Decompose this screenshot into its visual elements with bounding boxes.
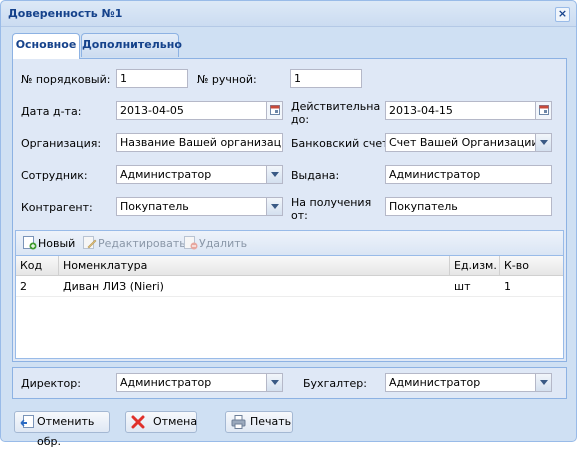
title-bar[interactable]: Доверенность №1 × [1,1,576,27]
new-button[interactable]: Новый [22,231,76,256]
receive-from-field[interactable]: Покупатель [385,197,552,216]
print-button[interactable]: Печать [225,411,293,433]
issued-value: Администратор [389,168,481,181]
employee-value: Администратор [120,168,212,181]
valid-until-field[interactable]: 2013-04-15 [385,101,552,120]
cancel-x-icon [131,415,145,429]
edit-icon [83,236,97,249]
chevron-down-icon[interactable] [535,134,551,151]
issued-field[interactable]: Администратор [385,165,552,184]
document-undo-icon [20,415,34,428]
director-value: Администратор [120,376,212,389]
accountant-value: Администратор [389,376,481,389]
cancel-processing-button[interactable]: Отменить обр. [14,411,110,448]
order-no-label: № порядковый: [21,73,111,86]
manual-no-field[interactable]: 1 [290,69,362,88]
chevron-down-icon[interactable] [266,374,282,391]
employee-label: Сотрудник: [21,169,88,182]
cell-qty: 1 [504,280,511,293]
column-header-qty[interactable]: К-во [500,256,563,276]
manual-no-value: 1 [294,72,301,85]
calendar-icon[interactable] [535,102,551,119]
printer-icon [231,415,246,429]
tab-additional-label: Дополнительно [82,38,182,51]
delete-icon [184,236,198,250]
items-grid: Новый Редактировать Удалить Код Номенкла… [15,230,564,359]
date-value: 2013-04-05 [120,104,184,117]
chevron-down-icon[interactable] [266,198,282,215]
bank-account-combo[interactable]: Счет Вашей Организации [385,133,552,152]
signers-panel: Директор: Администратор Бухгалтер: Админ… [12,367,567,399]
column-header-unit[interactable]: Ед.изм. [450,256,500,276]
edit-label: Редактировать [98,237,186,250]
valid-until-label: Действительна до: [291,100,381,126]
delete-label: Удалить [199,237,248,250]
date-field[interactable]: 2013-04-05 [116,101,283,120]
form-area: № порядковый: 1 № ручной: 1 Дата д-та: 2… [13,59,566,227]
dialog-window: Доверенность №1 × Основное Дополнительно… [0,0,577,448]
counterparty-label: Контрагент: [21,201,93,214]
order-no-field[interactable]: 1 [116,69,188,88]
organization-field[interactable]: Название Вашей организации [116,133,283,152]
cell-unit: шт [454,280,471,293]
grid-header: Код Номенклатура Ед.изм. К-во [16,256,563,276]
tab-main[interactable]: Основное [12,33,80,59]
cancel-label: Отмена [153,415,198,428]
organization-value: Название Вашей организации [120,136,283,149]
cell-nomenclature: Диван ЛИЗ (Nieri) [63,280,164,293]
close-icon[interactable]: × [555,7,570,22]
add-document-icon [23,236,37,250]
print-label: Печать [250,415,292,428]
edit-button[interactable]: Редактировать [82,231,186,256]
date-label: Дата д-та: [21,105,82,118]
column-header-code[interactable]: Код [16,256,59,276]
cell-code: 2 [20,280,27,293]
cancel-button[interactable]: Отмена [125,411,197,433]
new-label: Новый [38,237,76,250]
valid-until-value: 2013-04-15 [389,104,453,117]
director-label: Директор: [21,377,81,390]
counterparty-combo[interactable]: Покупатель [116,197,283,216]
tab-additional[interactable]: Дополнительно [81,33,182,57]
receive-from-label: На получения от: [291,196,372,222]
manual-no-label: № ручной: [197,73,257,86]
window-title: Доверенность №1 [8,7,123,20]
grid-toolbar: Новый Редактировать Удалить [16,231,563,256]
chevron-down-icon[interactable] [535,374,551,391]
receive-from-value: Покупатель [389,200,458,213]
organization-label: Организация: [21,137,102,150]
accountant-label: Бухгалтер: [303,377,367,390]
director-combo[interactable]: Администратор [116,373,283,392]
bank-account-label: Банковский счет: [291,137,393,150]
column-header-nomenclature[interactable]: Номенклатура [59,256,450,276]
tab-main-label: Основное [15,38,77,51]
employee-combo[interactable]: Администратор [116,165,283,184]
accountant-combo[interactable]: Администратор [385,373,552,392]
cancel-processing-label: Отменить обр. [37,415,95,448]
counterparty-value: Покупатель [120,200,189,213]
bank-account-value: Счет Вашей Организации [389,136,539,149]
issued-label: Выдана: [291,169,340,182]
table-row[interactable]: 2 Диван ЛИЗ (Nieri) шт 1 [16,277,563,297]
delete-button[interactable]: Удалить [183,231,248,256]
chevron-down-icon[interactable] [266,166,282,183]
order-no-value: 1 [120,72,127,85]
calendar-icon[interactable] [266,102,282,119]
main-tab-panel: № порядковый: 1 № ручной: 1 Дата д-та: 2… [12,58,567,362]
